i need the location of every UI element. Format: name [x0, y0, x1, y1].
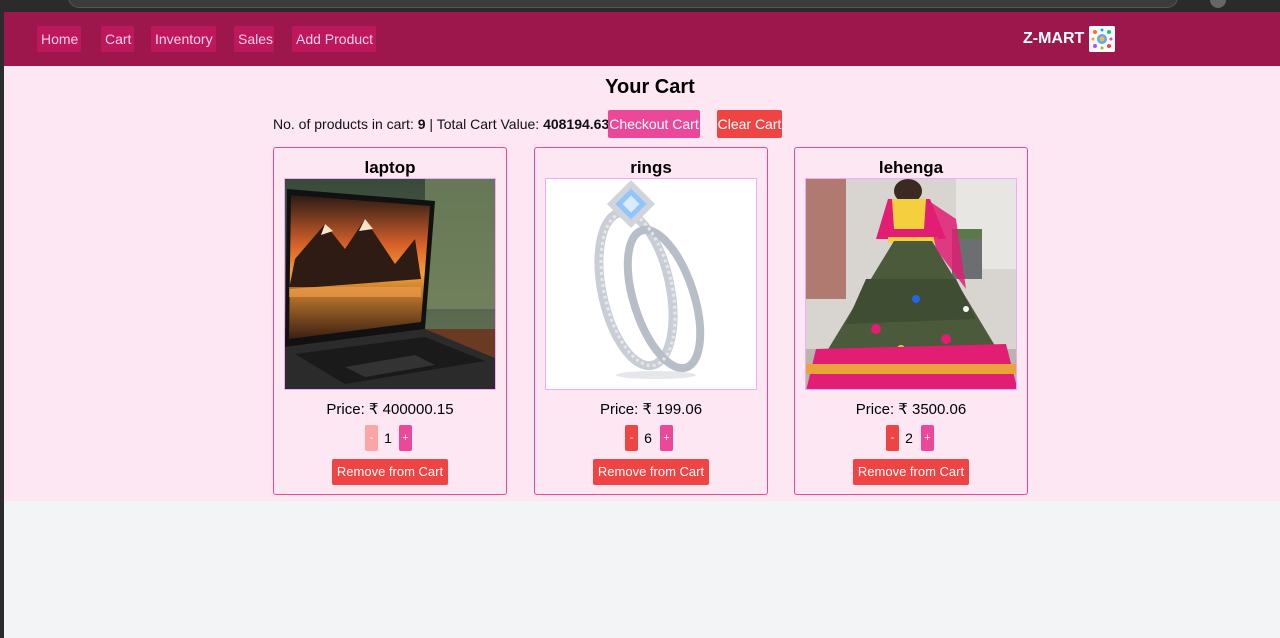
total-value: 408194.63	[543, 116, 610, 132]
laptop-image	[284, 178, 496, 390]
checkout-button[interactable]: Checkout Cart	[608, 110, 700, 138]
quantity-value: 6	[644, 430, 652, 446]
brand-name[interactable]: Z-MART	[1023, 30, 1084, 48]
count-label: No. of products in cart:	[273, 116, 414, 132]
nav-sales[interactable]: Sales	[234, 26, 274, 52]
product-price: Price: ₹ 3500.06	[855, 401, 967, 418]
remove-from-cart-button[interactable]: Remove from Cart	[593, 459, 709, 485]
remove-from-cart-button[interactable]: Remove from Cart	[853, 459, 969, 485]
clear-cart-button[interactable]: Clear Cart	[717, 110, 782, 138]
product-price: Price: ₹ 400000.15	[326, 401, 454, 418]
product-price: Price: ₹ 199.06	[599, 401, 703, 418]
zmart-logo-icon[interactable]	[1089, 26, 1115, 52]
increase-quantity-button[interactable]: +	[660, 425, 673, 451]
page-title: Your Cart	[605, 76, 695, 98]
decrease-quantity-button[interactable]: -	[886, 425, 899, 451]
quantity-value: 1	[384, 430, 392, 446]
nav-add-product[interactable]: Add Product	[292, 26, 376, 52]
cart-item-card: lehenga Price: ₹ 3500.06 - 2 + Remove fr…	[794, 147, 1028, 495]
lehenga-image	[805, 178, 1017, 390]
product-name: laptop	[364, 158, 416, 177]
cart-summary: No. of products in cart: 9 | Total Cart …	[273, 116, 609, 132]
nav-inventory[interactable]: Inventory	[151, 26, 216, 52]
remove-from-cart-button[interactable]: Remove from Cart	[332, 459, 448, 485]
page-viewport: Home Cart Inventory Sales Add Product Z-…	[4, 12, 1280, 638]
product-name: lehenga	[878, 158, 944, 177]
count-value: 9	[417, 116, 426, 132]
product-name: rings	[630, 158, 672, 177]
quantity-value: 2	[905, 430, 913, 446]
total-label: Total Cart Value:	[436, 116, 540, 132]
decrease-quantity-button[interactable]: -	[365, 425, 378, 451]
summary-separator: |	[429, 116, 434, 132]
ring-image	[545, 178, 757, 390]
cart-item-card: laptop Price: ₹ 400000.15 - 1 + Remove f…	[273, 147, 507, 495]
nav-cart[interactable]: Cart	[101, 26, 134, 52]
increase-quantity-button[interactable]: +	[921, 425, 934, 451]
increase-quantity-button[interactable]: +	[399, 425, 412, 451]
navbar: Home Cart Inventory Sales Add Product Z-…	[4, 12, 1280, 66]
profile-icon[interactable]	[1210, 0, 1226, 8]
decrease-quantity-button[interactable]: -	[625, 425, 638, 451]
address-bar[interactable]	[68, 0, 1178, 8]
cart-item-card: rings Price: ₹ 199.06 - 6 + Remove from …	[534, 147, 768, 495]
browser-chrome	[0, 0, 1280, 12]
nav-home[interactable]: Home	[37, 26, 81, 52]
cart-page: Your Cart No. of products in cart: 9 | T…	[4, 66, 1280, 501]
